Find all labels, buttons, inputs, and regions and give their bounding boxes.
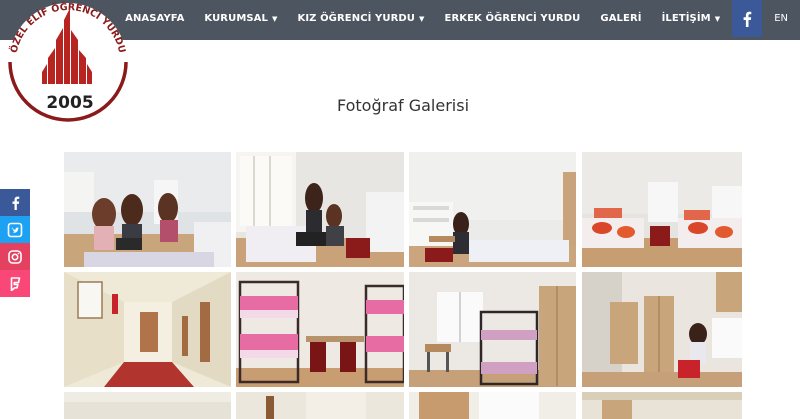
caret-down-icon: ▼ [714, 14, 721, 23]
social-foursquare-button[interactable] [0, 270, 30, 297]
caret-down-icon: ▼ [272, 14, 278, 23]
gallery-photo[interactable] [409, 272, 576, 387]
nav-galeri[interactable]: GALERİ [590, 0, 651, 37]
foursquare-icon [10, 276, 20, 291]
page-title: Fotoğraf Galerisi [336, 96, 470, 115]
twitter-icon [7, 222, 23, 237]
social-facebook-button[interactable] [0, 189, 30, 216]
nav-anasayfa-label: ANASAYFA [125, 13, 185, 24]
nav-iletisim[interactable]: İLETİŞİM ▼ [652, 0, 731, 37]
instagram-icon [8, 249, 22, 264]
gallery-photo[interactable] [236, 272, 404, 387]
nav-facebook-button[interactable] [732, 0, 763, 37]
nav-iletisim-label: İLETİŞİM [661, 13, 711, 24]
gallery-photo[interactable] [409, 392, 576, 419]
language-switch[interactable]: EN [766, 0, 800, 37]
gallery-photo[interactable] [64, 272, 231, 387]
social-twitter-button[interactable] [0, 216, 30, 243]
nav-erkek-label: ERKEK ÖĞRENCİ YURDU [444, 13, 581, 24]
gallery-photo[interactable] [236, 392, 404, 419]
nav-kiz-label: KIZ ÖĞRENCİ YURDU [297, 13, 416, 24]
nav-kurumsal-label: KURUMSAL [204, 13, 268, 24]
facebook-icon [743, 11, 752, 27]
gallery-photo[interactable] [64, 152, 231, 267]
main-nav: ANASAYFA KURUMSAL ▼ KIZ ÖĞRENCİ YURDU ▼ ER… [115, 0, 800, 37]
gallery-photo[interactable] [236, 152, 404, 267]
facebook-icon [12, 196, 19, 210]
gallery-photo[interactable] [582, 392, 742, 419]
social-instagram-button[interactable] [0, 243, 30, 270]
nav-galeri-label: GALERİ [600, 13, 642, 24]
gallery-photo[interactable] [582, 152, 742, 267]
gallery-photo[interactable] [582, 272, 742, 387]
social-sidebar [0, 189, 30, 297]
gallery-photo[interactable] [64, 392, 231, 419]
nav-kurumsal[interactable]: KURUMSAL ▼ [194, 0, 287, 37]
gallery-photo[interactable] [409, 152, 576, 267]
language-label: EN [774, 13, 788, 24]
nav-erkek-ogrenci-yurdu[interactable]: ERKEK ÖĞRENCİ YURDU [435, 0, 591, 37]
caret-down-icon: ▼ [419, 14, 425, 23]
nav-kiz-ogrenci-yurdu[interactable]: KIZ ÖĞRENCİ YURDU ▼ [287, 0, 434, 37]
